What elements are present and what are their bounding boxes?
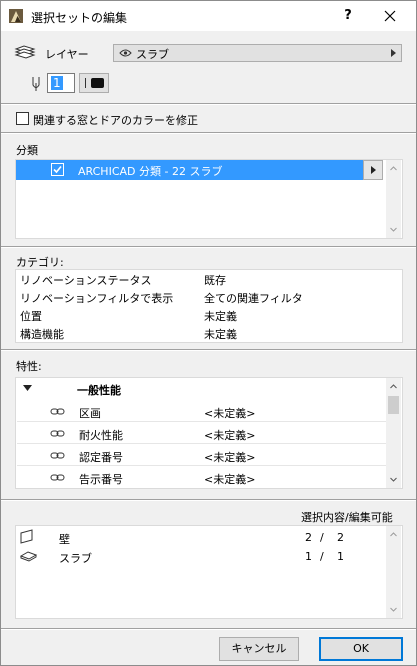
category-name: 構造機能	[20, 328, 64, 341]
ok-button[interactable]: OK	[319, 637, 403, 661]
checkmark-icon	[53, 165, 62, 174]
close-icon[interactable]	[373, 5, 407, 27]
scroll-up-icon[interactable]	[390, 531, 397, 538]
selection-total-count: 2	[337, 531, 344, 544]
divider	[1, 247, 416, 248]
classification-menu-button[interactable]	[363, 160, 383, 180]
property-value[interactable]: <未定義>	[204, 405, 255, 421]
pen-number-input[interactable]: 1	[47, 73, 75, 93]
scrollbar-thumb[interactable]	[388, 396, 399, 414]
divider	[1, 133, 416, 134]
archicad-app-icon	[9, 9, 23, 23]
eye-icon	[119, 49, 132, 57]
property-row[interactable]: 区画 <未定義>	[17, 401, 386, 422]
property-name: 認定番号	[79, 451, 123, 464]
layer-select[interactable]: スラブ	[113, 44, 402, 62]
selection-total-count: 1	[337, 550, 344, 563]
category-value[interactable]: 未定義	[204, 308, 237, 325]
category-name: リノベーションステータス	[20, 274, 152, 287]
pen-color-swatch	[91, 78, 104, 88]
property-row[interactable]: 認定番号 <未定義>	[17, 445, 386, 466]
properties-heading: 特性:	[16, 360, 42, 373]
divider	[1, 104, 416, 105]
fix-window-door-color-checkbox[interactable]	[16, 112, 29, 125]
classification-row[interactable]: ARCHICAD 分類 - 22 スラブ	[16, 160, 380, 180]
classification-scrollbar[interactable]	[386, 160, 401, 238]
link-icon	[50, 452, 65, 459]
chevron-right-icon	[391, 49, 396, 57]
selection-item-name: 壁	[59, 533, 70, 546]
line-bar-icon	[85, 78, 86, 88]
selection-heading: 選択内容/編集可能	[301, 511, 393, 524]
property-value[interactable]: <未定義>	[204, 449, 255, 465]
property-row[interactable]: 耐火性能 <未定義>	[17, 423, 386, 444]
classification-heading: 分類	[16, 144, 38, 157]
pen-number-value: 1	[51, 76, 63, 90]
selection-separator: /	[320, 531, 324, 544]
classification-checkbox[interactable]	[51, 163, 64, 176]
scroll-down-icon[interactable]	[390, 606, 397, 613]
property-value[interactable]: <未定義>	[204, 471, 255, 487]
link-icon	[50, 474, 65, 481]
property-row[interactable]: 告示番号 <未定義>	[17, 467, 386, 488]
chevron-right-icon	[371, 166, 376, 174]
divider	[1, 500, 416, 501]
collapse-triangle-icon[interactable]	[23, 385, 32, 391]
help-button[interactable]: ?	[337, 5, 359, 27]
link-icon	[50, 430, 65, 437]
selection-editable-count: 1	[305, 550, 312, 563]
slab-icon	[20, 551, 38, 562]
fix-window-door-color-label: 関連する窓とドアのカラーを修正	[33, 114, 198, 127]
divider	[1, 629, 416, 630]
pen-color-button[interactable]	[79, 73, 109, 93]
scroll-up-icon[interactable]	[390, 383, 397, 390]
cancel-button[interactable]: キャンセル	[219, 637, 299, 661]
dialog-title: 選択セットの編集	[31, 11, 128, 25]
scroll-up-icon[interactable]	[390, 165, 397, 172]
scroll-down-icon[interactable]	[390, 226, 397, 233]
edit-selection-set-dialog: 選択セットの編集 ? レイヤー スラブ 1 関連する窓とドアのカラーを修正 分類	[0, 0, 417, 666]
selection-editable-count: 2	[305, 531, 312, 544]
selection-scrollbar[interactable]	[386, 526, 401, 618]
link-icon	[50, 408, 65, 415]
property-name: 告示番号	[79, 473, 123, 486]
category-value[interactable]: 全ての関連フィルタ	[204, 290, 303, 307]
property-value[interactable]: <未定義>	[204, 427, 255, 443]
scroll-down-icon[interactable]	[390, 476, 397, 483]
category-name: 位置	[20, 310, 42, 323]
wall-icon	[20, 529, 33, 544]
layer-select-value: スラブ	[136, 48, 169, 61]
divider	[1, 350, 416, 351]
selection-separator: /	[320, 550, 324, 563]
pen-icon	[32, 77, 40, 91]
category-value[interactable]: 未定義	[204, 326, 237, 343]
category-name: リノベーションフィルタで表示	[20, 292, 174, 305]
selection-list[interactable]	[15, 525, 403, 619]
classification-label: ARCHICAD 分類 - 22 スラブ	[78, 165, 223, 178]
property-name: 耐火性能	[79, 429, 123, 442]
category-heading: カテゴリ:	[16, 256, 64, 269]
category-value[interactable]: 既存	[204, 272, 226, 289]
selection-item-name: スラブ	[59, 552, 92, 565]
layers-icon	[14, 45, 36, 59]
property-name: 区画	[79, 407, 101, 420]
properties-scrollbar[interactable]	[386, 378, 401, 488]
property-group-label: 一般性能	[77, 384, 121, 397]
layer-label: レイヤー	[45, 48, 89, 61]
